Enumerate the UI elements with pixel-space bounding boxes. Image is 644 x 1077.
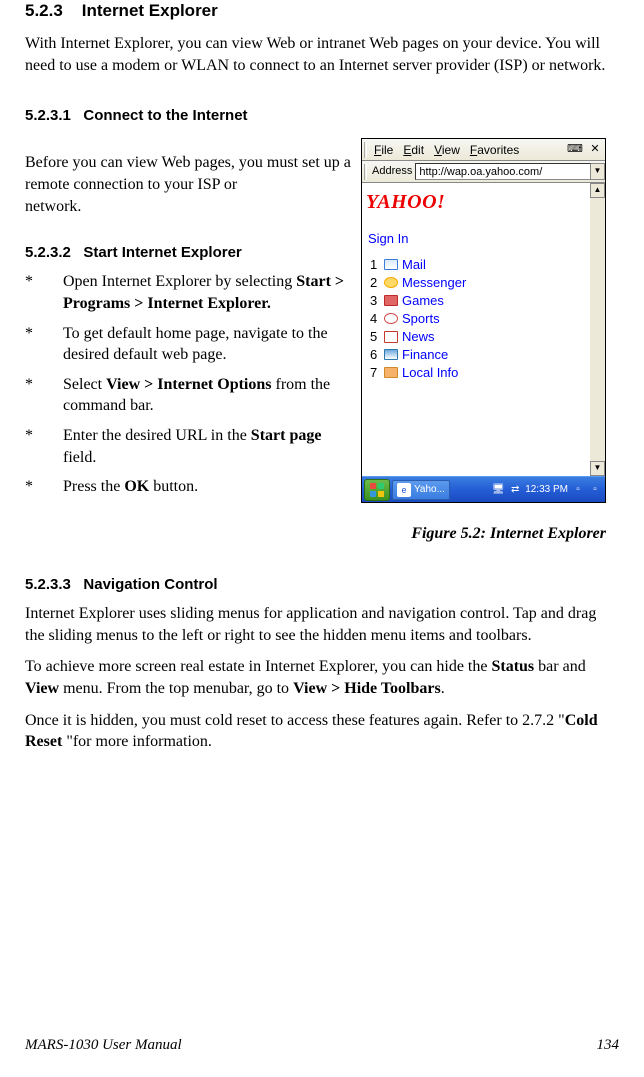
sub1-number: 5.2.3.1: [25, 107, 71, 124]
sub2-title: Start Internet Explorer: [83, 244, 241, 261]
list-item: * Select View > Internet Options from th…: [25, 374, 351, 417]
ie-icon: e: [397, 483, 411, 497]
address-bar: Address http://wap.oa.yahoo.com/ ▼: [362, 161, 605, 183]
messenger-icon: [384, 277, 398, 288]
menu-favorites[interactable]: Favorites: [465, 142, 524, 158]
sub3-number: 5.2.3.3: [25, 576, 71, 593]
menubar-grip[interactable]: [364, 142, 367, 158]
section-intro: With Internet Explorer, you can view Web…: [25, 33, 619, 76]
list-item: * Enter the desired URL in the Start pag…: [25, 425, 351, 468]
tray-icon[interactable]: ▫: [571, 483, 585, 497]
close-icon[interactable]: ✕: [587, 142, 603, 158]
news-icon: [384, 331, 398, 343]
yahoo-list: 1Mail 2Messenger 3Games 4Sports 5News 6F…: [370, 256, 586, 382]
sports-icon: [384, 313, 398, 324]
section-number: 5.2.3: [25, 1, 63, 20]
list-item: * Press the OK button.: [25, 476, 351, 498]
sub3-p2: To achieve more screen real estate in In…: [25, 656, 619, 699]
keyboard-icon[interactable]: ⌨: [567, 142, 583, 158]
chevron-down-icon[interactable]: ▼: [591, 163, 605, 180]
task-label: Yaho...: [414, 483, 445, 497]
subsection-heading: 5.2.3.2 Start Internet Explorer: [25, 243, 351, 263]
figure-caption: Figure 5.2: Internet Explorer: [361, 523, 606, 545]
addrbar-grip[interactable]: [364, 164, 367, 180]
url-input[interactable]: http://wap.oa.yahoo.com/: [415, 163, 591, 180]
sub1-title: Connect to the Internet: [83, 107, 247, 124]
sub1-body2: network.: [25, 196, 351, 218]
instruction-list: * Open Internet Explorer by selecting St…: [25, 271, 351, 497]
signin-link[interactable]: Sign In: [368, 230, 586, 248]
games-icon: [384, 295, 398, 306]
taskbar-time: 12:33 PM: [525, 483, 568, 497]
sub3-p3: Once it is hidden, you must cold reset t…: [25, 710, 619, 753]
list-item[interactable]: 3Games: [370, 292, 586, 310]
yahoo-logo: YAHOO!: [366, 189, 586, 216]
footer-page: 134: [597, 1035, 620, 1055]
subsection-heading: 5.2.3.1 Connect to the Internet: [25, 106, 619, 126]
sub3-title: Navigation Control: [83, 576, 217, 593]
page-footer: MARS-1030 User Manual 134: [0, 1035, 644, 1055]
list-item[interactable]: 4Sports: [370, 310, 586, 328]
finance-icon: [384, 349, 398, 360]
mail-icon: [384, 259, 398, 270]
footer-title: MARS-1030 User Manual: [25, 1035, 182, 1055]
task-button[interactable]: e Yaho...: [392, 480, 450, 500]
system-tray: 🖥 ⇄ 12:33 PM ▫ ▫: [450, 483, 605, 497]
vertical-scrollbar[interactable]: ▲ ▼: [590, 183, 605, 476]
section-heading: 5.2.3 Internet Explorer: [25, 0, 619, 23]
section-title: Internet Explorer: [82, 1, 218, 20]
sub2-number: 5.2.3.2: [25, 244, 71, 261]
menu-file[interactable]: File: [369, 142, 398, 158]
list-item[interactable]: 1Mail: [370, 256, 586, 274]
start-button[interactable]: [364, 479, 390, 501]
list-item[interactable]: 5News: [370, 328, 586, 346]
sub3-p1: Internet Explorer uses sliding menus for…: [25, 603, 619, 646]
windows-logo-icon: [369, 482, 385, 498]
browser-content: YAHOO! Sign In 1Mail 2Messenger 3Games 4…: [362, 183, 605, 476]
list-item: * To get default home page, navigate to …: [25, 323, 351, 366]
ie-screenshot: File Edit View Favorites ⌨ ✕ Address htt…: [361, 138, 606, 503]
address-label: Address: [369, 164, 415, 179]
list-item[interactable]: 6Finance: [370, 346, 586, 364]
scroll-up-icon[interactable]: ▲: [590, 183, 605, 198]
sub1-body: Before you can view Web pages, you must …: [25, 152, 351, 195]
desktop-icon[interactable]: 🖥: [491, 483, 505, 497]
subsection-heading: 5.2.3.3 Navigation Control: [25, 575, 619, 595]
menu-view[interactable]: View: [429, 142, 465, 158]
connection-icon[interactable]: ⇄: [508, 483, 522, 497]
list-item[interactable]: 7Local Info: [370, 364, 586, 382]
menubar: File Edit View Favorites ⌨ ✕: [362, 139, 605, 161]
list-item: * Open Internet Explorer by selecting St…: [25, 271, 351, 314]
list-item[interactable]: 2Messenger: [370, 274, 586, 292]
scroll-down-icon[interactable]: ▼: [590, 461, 605, 476]
local-icon: [384, 367, 398, 378]
tray-icon[interactable]: ▫: [588, 483, 602, 497]
menu-edit[interactable]: Edit: [398, 142, 429, 158]
taskbar: e Yaho... 🖥 ⇄ 12:33 PM ▫ ▫: [362, 476, 605, 502]
